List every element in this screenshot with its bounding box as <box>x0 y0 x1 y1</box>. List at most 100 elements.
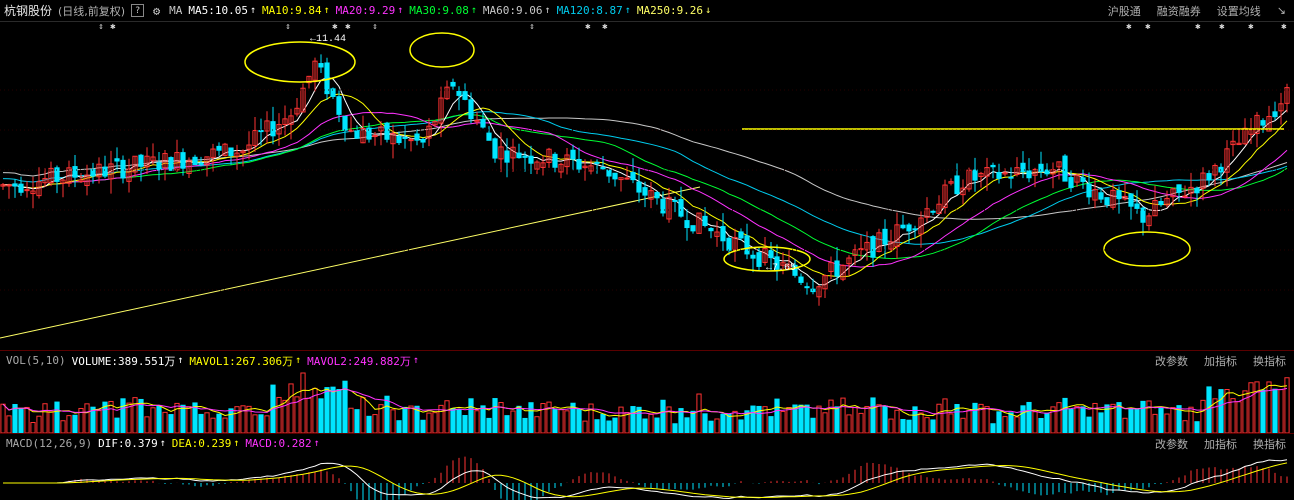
volume-bar <box>84 403 90 433</box>
volume-bar <box>594 419 600 433</box>
event-marker-icon: ✱ <box>1281 22 1287 32</box>
volume-bar <box>576 408 582 433</box>
candle-body <box>1182 195 1188 198</box>
candle-body <box>168 157 174 171</box>
candle-body <box>1260 120 1266 126</box>
volume-bar <box>372 414 378 433</box>
candle-body <box>1194 187 1200 194</box>
volume-title[interactable]: VOL(5,10) <box>6 354 66 367</box>
candle-body <box>630 171 636 181</box>
candle-body <box>1176 184 1182 193</box>
volume-bar <box>1086 416 1092 433</box>
candle-body <box>1008 176 1014 179</box>
volume-bar <box>216 413 222 433</box>
volume-bar <box>258 414 264 433</box>
volume-bar <box>408 405 414 433</box>
link-set-ma[interactable]: 设置均线 <box>1217 3 1261 19</box>
volume-bar <box>18 408 24 433</box>
volume-bar <box>612 417 618 433</box>
volume-switch-indicator[interactable]: 换指标 <box>1253 353 1286 369</box>
candle-body <box>528 155 534 164</box>
volume-bar <box>132 397 138 433</box>
candle-body <box>570 149 576 160</box>
volume-add-indicator[interactable]: 加指标 <box>1204 353 1237 369</box>
link-margin[interactable]: 融资融券 <box>1157 3 1201 19</box>
candle-body <box>972 169 978 181</box>
volume-bar <box>816 405 822 433</box>
candle-body <box>636 181 642 193</box>
candle-body <box>678 199 684 217</box>
volume-chart[interactable] <box>0 370 1294 433</box>
up-arrow-icon: ↑ <box>177 355 184 366</box>
candle-body <box>1062 155 1068 182</box>
diagonal-arrow-icon[interactable]: ↘ <box>1277 4 1286 17</box>
volume-bar <box>888 418 894 433</box>
volume-bar <box>0 403 6 433</box>
volume-bar <box>60 420 66 433</box>
macd-add-indicator[interactable]: 加指标 <box>1204 436 1237 452</box>
volume-bar <box>846 414 852 433</box>
volume-bar <box>600 413 606 433</box>
volume-bar <box>708 420 714 433</box>
volume-bar <box>1014 416 1020 433</box>
volume-bar <box>276 396 282 433</box>
volume-bar <box>228 408 234 433</box>
volume-change-params[interactable]: 改参数 <box>1155 353 1188 369</box>
volume-bar <box>1266 381 1272 433</box>
volume-bar <box>1008 412 1014 433</box>
macd-switch-indicator[interactable]: 换指标 <box>1253 436 1286 452</box>
volume-bar <box>420 419 426 433</box>
macd-value-label: MACD:0.282 <box>245 437 312 450</box>
volume-bar <box>354 409 360 433</box>
gear-icon[interactable]: ⚙ <box>150 4 163 18</box>
volume-bar <box>306 397 312 433</box>
stock-name[interactable]: 杭钢股份 <box>4 2 52 19</box>
event-marker-icon: ✱ <box>332 22 338 32</box>
candle-body <box>396 135 402 144</box>
volume-bar <box>288 383 294 433</box>
volume-bar <box>942 398 948 433</box>
candle-body <box>90 169 96 177</box>
highlight-ellipse <box>1103 231 1191 267</box>
candle-body <box>456 91 462 96</box>
event-marker-icon: ✱ <box>345 22 351 32</box>
candlestick-chart[interactable]: ←11.44 ←7.65 ⇕ ✱ ⇕ ✱ ✱ ⇕ ⇕ ✱ ✱ ✱ ✱ ✱ ✱ ✱ ✱ <box>0 22 1294 350</box>
volume-bar <box>900 418 906 433</box>
up-arrow-icon: ↑ <box>544 5 551 16</box>
volume-bar <box>984 406 990 433</box>
volume-bar <box>1272 388 1278 433</box>
volume-bar <box>936 403 942 433</box>
volume-bar <box>1044 412 1050 433</box>
link-hk-connect[interactable]: 沪股通 <box>1108 3 1141 19</box>
help-icon[interactable]: ? <box>131 4 145 17</box>
volume-bar <box>834 406 840 433</box>
up-arrow-icon: ↑ <box>323 5 330 16</box>
candle-body <box>708 227 714 232</box>
volume-bar <box>264 415 270 433</box>
macd-title[interactable]: MACD(12,26,9) <box>6 437 92 450</box>
volume-bar <box>432 412 438 433</box>
volume-bar <box>618 406 624 433</box>
highlight-ellipse <box>409 32 475 68</box>
volume-bar <box>1224 389 1230 433</box>
volume-bar <box>840 397 846 433</box>
candle-body <box>624 177 630 180</box>
candle-body <box>1116 190 1122 200</box>
up-arrow-icon: ↑ <box>397 5 404 16</box>
volume-bar <box>894 409 900 433</box>
candle-body <box>1068 177 1074 189</box>
macd-value-label: DIF:0.379 <box>98 437 158 450</box>
volume-bar <box>492 398 498 433</box>
volume-bar <box>1236 401 1242 433</box>
candle-body <box>642 187 648 196</box>
candle-body <box>102 166 108 177</box>
candle-body <box>216 145 222 151</box>
period-label[interactable]: (日线,前复权) <box>58 3 125 19</box>
volume-value-label: VOLUME:389.551万 <box>71 354 176 368</box>
macd-change-params[interactable]: 改参数 <box>1155 436 1188 452</box>
candle-body <box>654 192 660 199</box>
ma-value-label: MA30:9.08 <box>409 4 469 17</box>
volume-bar <box>630 406 636 433</box>
volume-bar <box>882 405 888 433</box>
macd-chart[interactable] <box>0 453 1294 500</box>
